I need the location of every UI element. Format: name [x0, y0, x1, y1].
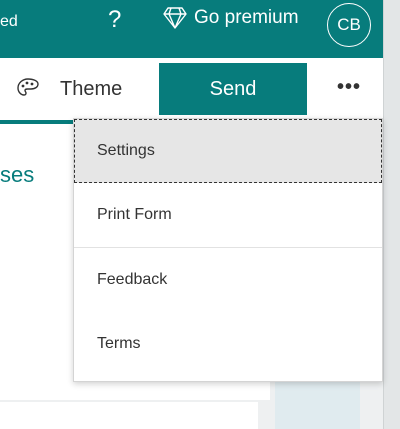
go-premium-button[interactable]: Go premium — [163, 7, 299, 29]
menu-item-label: Feedback — [97, 271, 168, 288]
lower-panel — [0, 402, 258, 429]
go-premium-label: Go premium — [194, 7, 299, 28]
help-button[interactable]: ? — [108, 6, 121, 34]
save-status-text: ed — [0, 13, 18, 30]
more-options-menu: Settings Print Form Feedback Terms — [73, 118, 383, 382]
more-options-icon[interactable]: ••• — [337, 76, 361, 99]
avatar[interactable]: CB — [327, 3, 371, 47]
theme-label: Theme — [60, 77, 123, 100]
diamond-icon — [163, 7, 187, 29]
menu-item-label: Terms — [97, 335, 141, 352]
scrollbar-track[interactable] — [383, 0, 400, 429]
menu-item-print-form[interactable]: Print Form — [74, 183, 382, 248]
theme-button[interactable]: Theme — [16, 77, 122, 101]
menu-item-label: Settings — [97, 142, 155, 159]
top-bar: ed ? Go premium CB — [0, 0, 383, 58]
menu-item-feedback[interactable]: Feedback — [74, 248, 382, 312]
send-button[interactable]: Send — [159, 63, 307, 115]
form-toolbar: Theme Send ••• — [0, 58, 383, 120]
menu-item-settings[interactable]: Settings — [74, 119, 382, 183]
palette-icon — [17, 78, 39, 96]
tab-responses[interactable]: ses — [0, 162, 34, 188]
menu-item-label: Print Form — [97, 206, 172, 223]
menu-item-terms[interactable]: Terms — [74, 312, 382, 376]
